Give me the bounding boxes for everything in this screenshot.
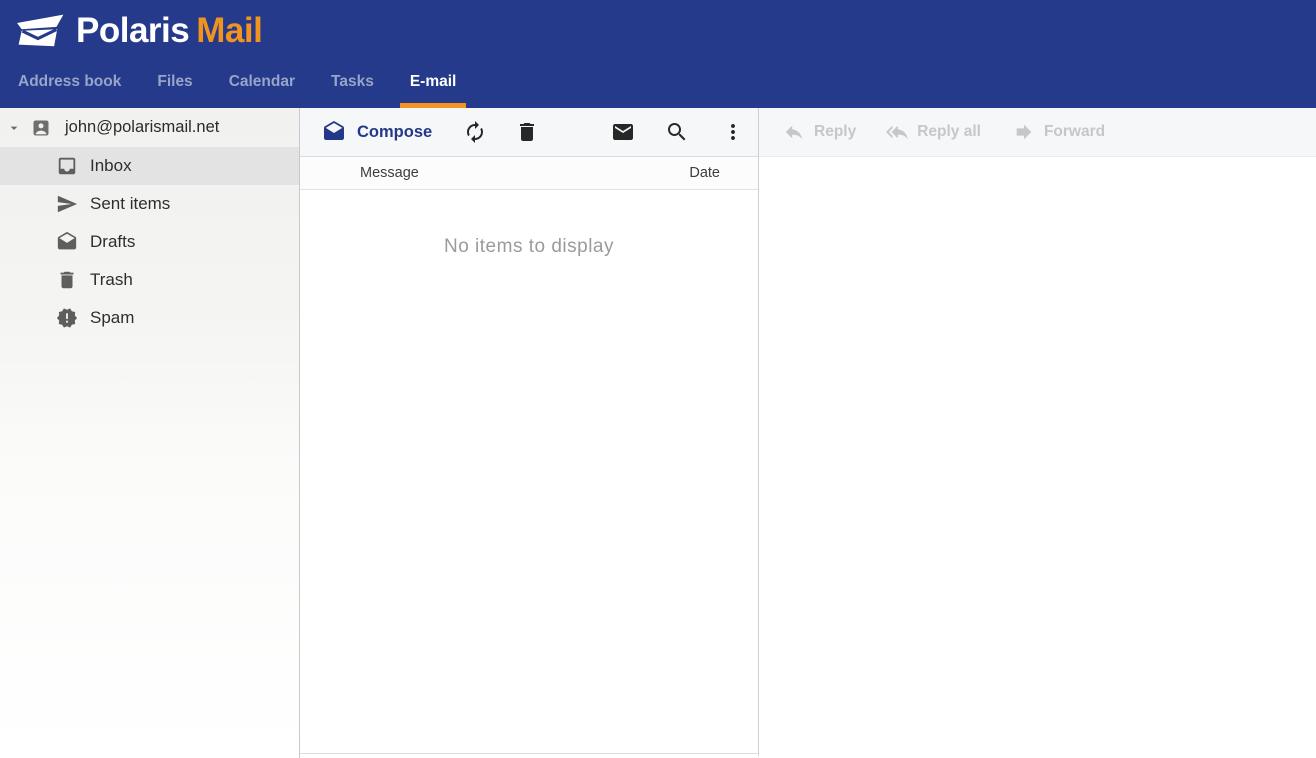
chevron-down-icon[interactable] — [6, 120, 22, 136]
message-list-toolbar: Compose — [300, 108, 758, 157]
more-menu-button[interactable] — [720, 119, 746, 145]
logo-text: Polaris Mail — [76, 10, 263, 50]
sidebar-item-inbox[interactable]: Inbox — [0, 147, 299, 185]
send-icon — [57, 195, 78, 213]
folder-sidebar: john@polarismail.net Inbox Sent items Dr… — [0, 108, 300, 758]
inbox-icon — [58, 157, 76, 175]
folder-list: Inbox Sent items Drafts Trash Spam — [0, 147, 299, 337]
compose-envelope-icon — [324, 121, 344, 140]
polaris-envelope-logo-icon — [17, 14, 64, 47]
sidebar-item-label: Sent items — [90, 194, 171, 213]
sidebar-item-label: Spam — [90, 308, 135, 327]
tab-files[interactable]: Files — [147, 60, 202, 108]
logo-text-secondary: Mail — [196, 10, 263, 50]
account-email: john@polarismail.net — [65, 118, 220, 136]
reply-all-icon — [886, 125, 909, 140]
empty-list-message: No items to display — [443, 236, 614, 257]
delete-button[interactable] — [514, 119, 540, 145]
reply-label: Reply — [814, 123, 857, 140]
sidebar-item-trash[interactable]: Trash — [0, 261, 299, 299]
spam-icon — [56, 308, 78, 328]
refresh-icon — [467, 121, 484, 143]
delete-icon — [520, 123, 535, 141]
polaris-mail-app: Polaris Mail Address book Files Calendar … — [0, 0, 1316, 758]
sidebar-item-label: Trash — [90, 270, 133, 289]
sidebar-item-sent-items[interactable]: Sent items — [0, 185, 299, 223]
sidebar-item-spam[interactable]: Spam — [0, 299, 299, 337]
forward-label: Forward — [1043, 123, 1106, 140]
reply-icon — [785, 125, 803, 140]
message-list-empty-area: No items to display — [300, 190, 758, 754]
sidebar-item-label: Drafts — [90, 232, 136, 251]
search-button[interactable] — [664, 119, 690, 145]
refresh-button[interactable] — [462, 119, 488, 145]
logo-text-primary: Polaris — [76, 10, 190, 50]
search-icon — [668, 123, 686, 141]
more-vert-icon — [731, 124, 736, 140]
trash-icon — [60, 271, 74, 289]
reading-pane: Reply Reply all Forward — [759, 108, 1316, 758]
reply-all-button[interactable]: Reply all — [886, 121, 981, 143]
reply-button[interactable]: Reply — [783, 121, 856, 143]
column-header-message[interactable]: Message — [360, 165, 419, 181]
tab-tasks[interactable]: Tasks — [321, 60, 384, 108]
compose-label: Compose — [357, 122, 433, 141]
reply-all-label: Reply all — [917, 123, 981, 140]
person-icon — [33, 120, 49, 135]
logo-row: Polaris Mail — [0, 0, 1316, 60]
main-area: john@polarismail.net Inbox Sent items Dr… — [0, 108, 1316, 758]
drafts-icon — [57, 231, 77, 250]
top-nav: Address book Files Calendar Tasks E-mail — [0, 60, 1316, 108]
message-list-panel: Compose Message Date No items to display — [300, 108, 759, 758]
tab-calendar[interactable]: Calendar — [219, 60, 305, 108]
mark-mail-button[interactable] — [610, 119, 636, 145]
tab-email[interactable]: E-mail — [399, 60, 467, 108]
app-header: Polaris Mail Address book Files Calendar … — [0, 0, 1316, 108]
forward-button[interactable]: Forward — [1013, 121, 1105, 143]
sidebar-item-drafts[interactable]: Drafts — [0, 223, 299, 261]
list-column-headers: Message Date — [300, 157, 758, 190]
compose-button[interactable]: Compose — [322, 120, 432, 144]
mail-icon — [613, 124, 634, 140]
column-header-date[interactable]: Date — [689, 165, 720, 181]
sidebar-item-label: Inbox — [90, 156, 132, 175]
tab-address-book[interactable]: Address book — [8, 60, 131, 108]
reading-pane-toolbar: Reply Reply all Forward — [759, 108, 1316, 157]
forward-icon — [1016, 124, 1032, 140]
reading-pane-content — [759, 157, 1316, 754]
account-row[interactable]: john@polarismail.net — [0, 108, 299, 147]
